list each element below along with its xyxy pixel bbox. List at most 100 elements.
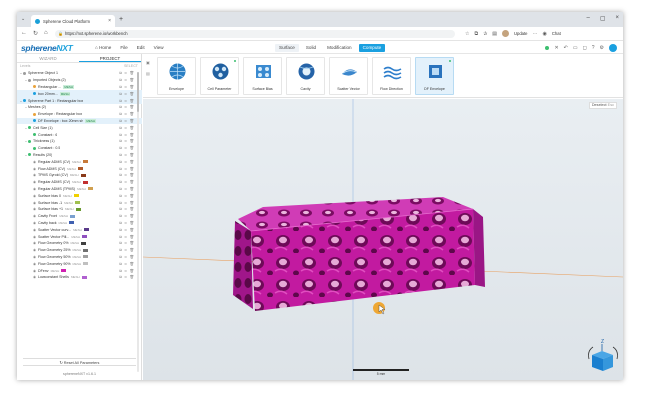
delete-icon[interactable]: 🗑	[129, 180, 134, 184]
ribbon-surface-bias-button[interactable]: Surface Bias	[243, 57, 282, 95]
link-icon[interactable]: ∞	[124, 255, 127, 259]
menu-file[interactable]: File	[120, 45, 127, 50]
delete-icon[interactable]: 🗑	[129, 139, 134, 143]
reset-parameters-button[interactable]: ↻ Reset All Parameters	[23, 358, 136, 366]
copy-icon[interactable]: ⧉	[119, 248, 122, 252]
delete-icon[interactable]: 🗑	[129, 269, 134, 273]
visibility-icon[interactable]: ◉	[33, 167, 36, 171]
link-icon[interactable]: ∞	[124, 119, 127, 123]
delete-icon[interactable]: 🗑	[129, 275, 134, 279]
tree-item[interactable]: ◉ Scatter Vector curv... MESH ⧉ ∞ 🗑	[17, 226, 142, 233]
visibility-icon[interactable]: ◉	[33, 201, 36, 205]
color-swatch[interactable]	[83, 262, 89, 266]
tab-project[interactable]: PROJECT	[79, 54, 141, 62]
visibility-icon[interactable]: ◉	[33, 248, 36, 252]
copy-icon[interactable]: ⧉	[119, 146, 122, 150]
ribbon-df-envelope-button[interactable]: DF Envelope	[415, 57, 454, 95]
notification-icon[interactable]: ◻	[583, 45, 587, 51]
visibility-icon[interactable]: ◉	[33, 180, 36, 184]
panel-scrollbar[interactable]	[137, 72, 139, 372]
ribbon-cavity-button[interactable]: Cavity	[286, 57, 325, 95]
copy-icon[interactable]: ⧉	[119, 275, 122, 279]
extensions-icon[interactable]: ⧉	[474, 31, 478, 37]
tab-surface[interactable]: Surface	[275, 44, 299, 52]
link-icon[interactable]: ∞	[124, 153, 127, 157]
delete-icon[interactable]: 🗑	[129, 126, 134, 130]
tree-item[interactable]: ◉ Regular ADMS (CV) MESH ⧉ ∞ 🗑	[17, 158, 142, 165]
copy-icon[interactable]: ⧉	[119, 153, 122, 157]
star-icon[interactable]: ☆	[465, 31, 469, 37]
model-mesh[interactable]	[233, 197, 485, 311]
color-swatch[interactable]	[87, 187, 93, 191]
delete-icon[interactable]: 🗑	[129, 112, 134, 116]
copy-icon[interactable]: ⧉	[119, 228, 122, 232]
visibility-icon[interactable]: ◉	[33, 241, 36, 245]
delete-icon[interactable]: 🗑	[129, 173, 134, 177]
link-icon[interactable]: ∞	[124, 221, 127, 225]
maximize-icon[interactable]: ▢	[600, 15, 606, 22]
ribbon-flow-direction-button[interactable]: Flow Direction	[372, 57, 411, 95]
delete-icon[interactable]: 🗑	[129, 235, 134, 239]
copy-icon[interactable]: ⧉	[119, 112, 122, 116]
copy-icon[interactable]: ⧉	[119, 207, 122, 211]
pin-icon[interactable]: ▣	[146, 60, 150, 65]
tree-item[interactable]: ◉ Lowconstant Shells MESH ⧉ ∞ 🗑	[17, 274, 142, 281]
tree-item[interactable]: ◉ Flow Geometry 25% MESH ⧉ ∞ 🗑	[17, 247, 142, 254]
color-swatch[interactable]	[82, 160, 88, 164]
tree-item[interactable]: ⌄ Results (20) ⧉ ∞ 🗑	[17, 152, 142, 159]
tree-item[interactable]: ◉ Flow ADMS (CV) MESH ⧉ ∞ 🗑	[17, 165, 142, 172]
tree-item[interactable]: ◉ Surface bias 0 MESH ⧉ ∞ 🗑	[17, 192, 142, 199]
visibility-icon[interactable]: ◉	[33, 187, 36, 191]
tree-item[interactable]: Rectangular ... MESH ⧉ ∞ 🗑	[17, 84, 142, 91]
tab-wizard[interactable]: WIZARD	[17, 54, 79, 62]
tree-item[interactable]: Constant : 6 ⧉ ∞ 🗑	[17, 131, 142, 138]
close-window-icon[interactable]: ×	[615, 15, 619, 22]
tree-item[interactable]: ⌄ Spherene Part 1 : Rectangular box ⧉ ∞ 🗑	[17, 97, 142, 104]
collapse-icon[interactable]: ▤	[146, 71, 150, 76]
visibility-icon[interactable]: ◉	[33, 269, 36, 273]
delete-icon[interactable]: 🗑	[129, 221, 134, 225]
ribbon-scatter-vector-button[interactable]: Scatter Vector	[329, 57, 368, 95]
visibility-icon[interactable]: ◉	[33, 214, 36, 218]
link-icon[interactable]: ∞	[124, 207, 127, 211]
link-icon[interactable]: ∞	[124, 99, 127, 103]
color-swatch[interactable]	[81, 275, 87, 279]
delete-icon[interactable]: 🗑	[129, 133, 134, 137]
delete-icon[interactable]: 🗑	[129, 167, 134, 171]
link-icon[interactable]: ∞	[124, 235, 127, 239]
link-icon[interactable]: ∞	[124, 275, 127, 279]
link-icon[interactable]: ∞	[124, 173, 127, 177]
chat-label[interactable]: Chat	[552, 31, 561, 36]
copy-icon[interactable]: ⧉	[119, 139, 122, 143]
tree-item[interactable]: ⌄ Meshes (2) ⧉ ∞ 🗑	[17, 104, 142, 111]
ribbon-envelope-button[interactable]: Envelope	[157, 57, 196, 95]
more-icon[interactable]: ⋯	[533, 31, 538, 37]
delete-icon[interactable]: 🗑	[129, 160, 134, 164]
visibility-icon[interactable]: ◉	[33, 228, 36, 232]
delete-icon[interactable]: 🗑	[129, 71, 134, 75]
color-swatch[interactable]	[81, 241, 87, 245]
delete-icon[interactable]: 🗑	[129, 241, 134, 245]
link-icon[interactable]: ∞	[124, 112, 127, 116]
deselect-button[interactable]: Deselect Esc	[588, 102, 617, 109]
delete-icon[interactable]: 🗑	[129, 255, 134, 259]
link-icon[interactable]: ∞	[124, 160, 127, 164]
color-swatch[interactable]	[70, 214, 76, 218]
collections-icon[interactable]: ▤	[492, 31, 497, 37]
reload-icon[interactable]: ↻	[33, 30, 38, 37]
delete-icon[interactable]: 🗑	[129, 99, 134, 103]
tree-item[interactable]: ◉ Flow Geometry 0% MESH ⧉ ∞ 🗑	[17, 240, 142, 247]
copilot-icon[interactable]: ◉	[543, 31, 547, 37]
copy-icon[interactable]: ⧉	[119, 92, 122, 96]
copy-icon[interactable]: ⧉	[119, 241, 122, 245]
link-icon[interactable]: ∞	[124, 105, 127, 109]
view-cube[interactable]: Z	[585, 337, 621, 377]
color-swatch[interactable]	[83, 255, 89, 259]
link-icon[interactable]: ∞	[124, 248, 127, 252]
link-icon[interactable]: ∞	[124, 187, 127, 191]
link-icon[interactable]: ∞	[124, 133, 127, 137]
chat-icon[interactable]: ▭	[573, 45, 578, 51]
home-icon[interactable]: ⌂	[44, 30, 48, 37]
copy-icon[interactable]: ⧉	[119, 221, 122, 225]
menu-view[interactable]: View	[154, 45, 164, 50]
